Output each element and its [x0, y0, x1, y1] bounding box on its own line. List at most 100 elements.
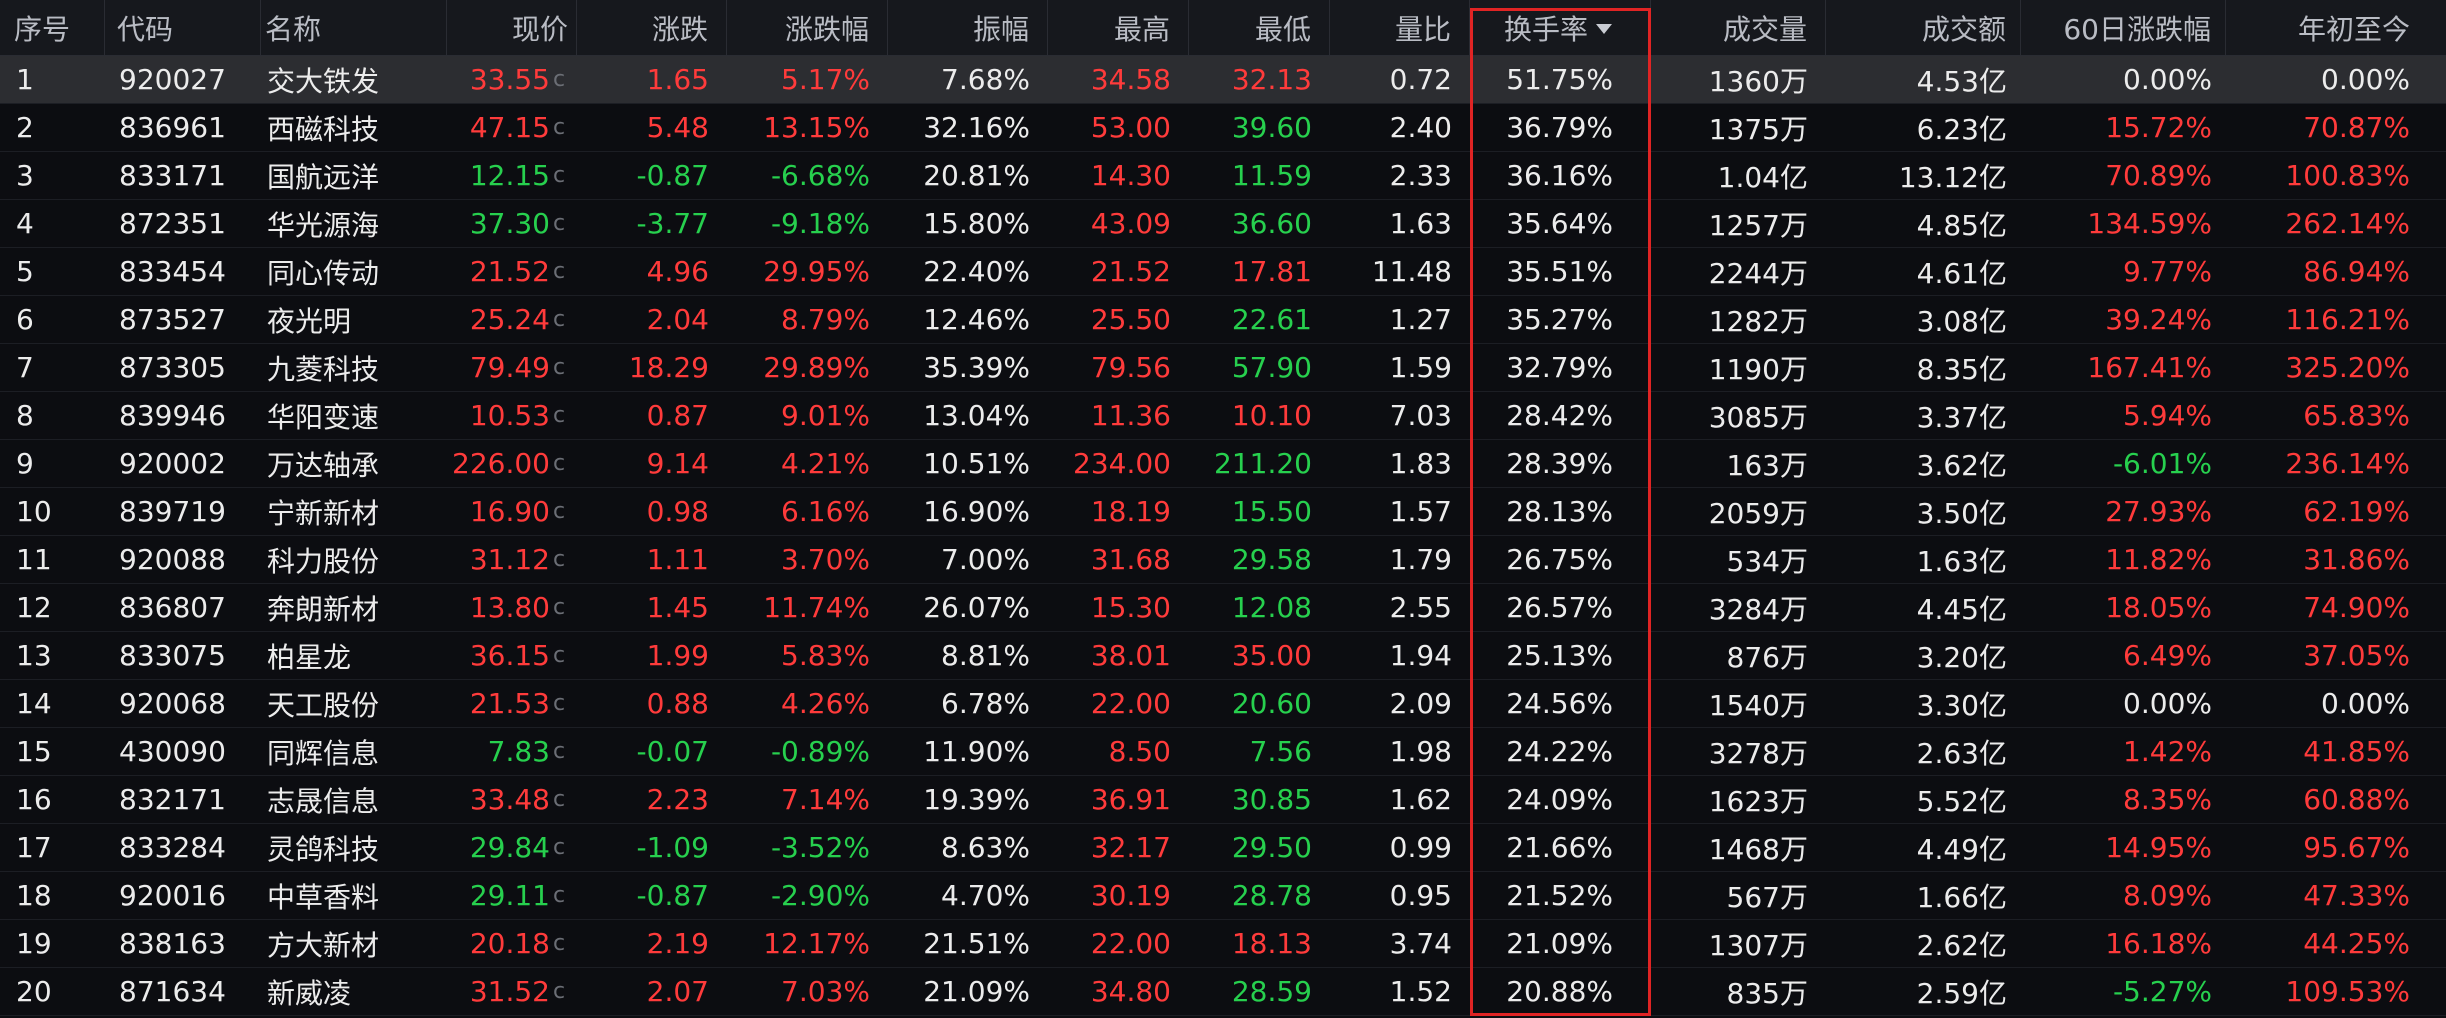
cell-price: 31.52: [469, 975, 550, 1008]
table-row[interactable]: 6 873527 夜光明 25.24 c 2.04 8.79% 12.46% 25.50 22.6…: [0, 296, 2446, 344]
cell-amount: 3.30亿: [1916, 688, 2007, 722]
cell-low: 32.13: [1231, 63, 1312, 96]
cell-turnover: 24.09%: [1506, 783, 1613, 816]
table-row[interactable]: 19 838163 方大新材 20.18 c 2.19 12.17% 21.51% 22.00 1…: [0, 920, 2446, 968]
table-row[interactable]: 5 833454 同心传动 21.52 c 4.96 29.95% 22.40% 21.52 17…: [0, 248, 2446, 296]
header-volume[interactable]: 成交量: [1651, 0, 1826, 55]
cell-volume-ratio: 2.09: [1389, 687, 1452, 720]
cell-ytd: 37.05%: [2303, 639, 2410, 672]
cell-ytd: 116.21%: [2285, 303, 2410, 336]
cell-code: 920016: [119, 879, 226, 912]
table-row[interactable]: 12 836807 奔朗新材 13.80 c 1.45 11.74% 26.07% 15.30 1…: [0, 584, 2446, 632]
table-row[interactable]: 9 920002 万达轴承 226.00 c 9.14 4.21% 10.51% 234.00 2…: [0, 440, 2446, 488]
cell-high: 43.09: [1090, 207, 1171, 240]
cell-change: 5.48: [646, 111, 709, 144]
cell-amount: 2.59亿: [1916, 976, 2007, 1010]
cell-high: 36.91: [1090, 783, 1171, 816]
cell-amplitude: 20.81%: [923, 159, 1030, 192]
header-change-pct[interactable]: 涨跌幅: [727, 0, 888, 55]
cell-60d-change: 5.94%: [2123, 399, 2212, 432]
cell-price: 25.24: [469, 303, 550, 336]
table-row[interactable]: 4 872351 华光源海 37.30 c -3.77 -9.18% 15.80% 43.09 3…: [0, 200, 2446, 248]
table-row[interactable]: 14 920068 天工股份 21.53 c 0.88 4.26% 6.78% 22.00 20.…: [0, 680, 2446, 728]
cell-change-pct: 7.14%: [781, 783, 870, 816]
cell-high: 32.17: [1090, 831, 1171, 864]
cell-high: 38.01: [1090, 639, 1171, 672]
cell-amount: 4.49亿: [1916, 832, 2007, 866]
header-name[interactable]: 名称: [261, 0, 447, 55]
header-change[interactable]: 涨跌: [577, 0, 727, 55]
cell-volume-ratio: 1.52: [1389, 975, 1452, 1008]
table-row[interactable]: 7 873305 九菱科技 79.49 c 18.29 29.89% 35.39% 79.56 5…: [0, 344, 2446, 392]
cell-ytd: 95.67%: [2303, 831, 2410, 864]
cell-amount: 3.20亿: [1916, 640, 2007, 674]
table-row[interactable]: 17 833284 灵鸽科技 29.84 c -1.09 -3.52% 8.63% 32.17 2…: [0, 824, 2446, 872]
cell-index: 5: [16, 255, 34, 288]
header-index[interactable]: 序号: [0, 0, 105, 55]
cell-low: 39.60: [1231, 111, 1312, 144]
price-suffix: c: [553, 259, 566, 284]
table-row[interactable]: 20 871634 新威凌 31.52 c 2.07 7.03% 21.09% 34.80 28.…: [0, 968, 2446, 1016]
cell-volume: 835万: [1726, 976, 1808, 1010]
cell-amplitude: 19.39%: [923, 783, 1030, 816]
table-row[interactable]: 11 920088 科力股份 31.12 c 1.11 3.70% 7.00% 31.68 29.…: [0, 536, 2446, 584]
cell-60d-change: 18.05%: [2105, 591, 2212, 624]
header-amount[interactable]: 成交额: [1826, 0, 2021, 55]
header-code[interactable]: 代码: [105, 0, 261, 55]
cell-ytd: 44.25%: [2303, 927, 2410, 960]
cell-high: 15.30: [1090, 591, 1171, 624]
cell-low: 22.61: [1231, 303, 1312, 336]
cell-change-pct: 9.01%: [781, 399, 870, 432]
cell-index: 17: [16, 831, 52, 864]
cell-turnover: 28.13%: [1506, 495, 1613, 528]
cell-name: 志晟信息: [267, 784, 380, 818]
cell-change-pct: 13.15%: [763, 111, 870, 144]
header-low[interactable]: 最低: [1189, 0, 1330, 55]
cell-change: 1.45: [646, 591, 709, 624]
cell-name: 同辉信息: [267, 736, 380, 770]
cell-amplitude: 10.51%: [923, 447, 1030, 480]
cell-turnover: 28.42%: [1506, 399, 1613, 432]
cell-change-pct: -9.18%: [770, 207, 870, 240]
cell-change: 0.87: [646, 399, 709, 432]
cell-turnover: 51.75%: [1506, 63, 1613, 96]
cell-change-pct: 5.83%: [781, 639, 870, 672]
cell-amount: 2.62亿: [1916, 928, 2007, 962]
header-amplitude[interactable]: 振幅: [888, 0, 1048, 55]
cell-amount: 4.85亿: [1916, 208, 2007, 242]
table-row[interactable]: 18 920016 中草香料 29.11 c -0.87 -2.90% 4.70% 30.19 2…: [0, 872, 2446, 920]
header-turnover[interactable]: 换手率: [1470, 0, 1651, 55]
cell-code: 838163: [119, 927, 226, 960]
cell-ytd: 62.19%: [2303, 495, 2410, 528]
cell-turnover: 21.52%: [1506, 879, 1613, 912]
header-price[interactable]: 现价: [447, 0, 577, 55]
cell-amplitude: 11.90%: [923, 735, 1030, 768]
cell-60d-change: 70.89%: [2105, 159, 2212, 192]
header-60d-change[interactable]: 60日涨跌幅: [2021, 0, 2226, 55]
cell-change: 1.99: [646, 639, 709, 672]
header-ytd[interactable]: 年初至今: [2226, 0, 2446, 55]
table-row[interactable]: 8 839946 华阳变速 10.53 c 0.87 9.01% 13.04% 11.36 10.…: [0, 392, 2446, 440]
cell-60d-change: 11.82%: [2105, 543, 2212, 576]
table-row[interactable]: 13 833075 柏星龙 36.15 c 1.99 5.83% 8.81% 38.01 35.0…: [0, 632, 2446, 680]
cell-amplitude: 8.63%: [941, 831, 1030, 864]
price-suffix: c: [553, 115, 566, 140]
cell-volume-ratio: 1.62: [1389, 783, 1452, 816]
table-row[interactable]: 16 832171 志晟信息 33.48 c 2.23 7.14% 19.39% 36.91 30…: [0, 776, 2446, 824]
cell-name: 华光源海: [267, 208, 380, 242]
table-row[interactable]: 15 430090 同辉信息 7.83 c -0.07 -0.89% 11.90% 8.50 7.…: [0, 728, 2446, 776]
table-row[interactable]: 2 836961 西磁科技 47.15 c 5.48 13.15% 32.16% 53.00 39…: [0, 104, 2446, 152]
cell-change: 2.04: [646, 303, 709, 336]
cell-60d-change: 9.77%: [2123, 255, 2212, 288]
cell-amount: 13.12亿: [1898, 160, 2007, 194]
table-row[interactable]: 10 839719 宁新新材 16.90 c 0.98 6.16% 16.90% 18.19 15…: [0, 488, 2446, 536]
cell-volume: 2059万: [1708, 496, 1808, 530]
cell-code: 833075: [119, 639, 226, 672]
header-high[interactable]: 最高: [1048, 0, 1189, 55]
header-volume-ratio[interactable]: 量比: [1330, 0, 1470, 55]
table-row[interactable]: 3 833171 国航远洋 12.15 c -0.87 -6.68% 20.81% 14.30 1…: [0, 152, 2446, 200]
table-row[interactable]: 1 920027 交大铁发 33.55 c 1.65 5.17% 7.68% 34.58 32.1…: [0, 56, 2446, 104]
cell-low: 17.81: [1231, 255, 1312, 288]
cell-ytd: 31.86%: [2303, 543, 2410, 576]
cell-volume: 1623万: [1708, 784, 1808, 818]
